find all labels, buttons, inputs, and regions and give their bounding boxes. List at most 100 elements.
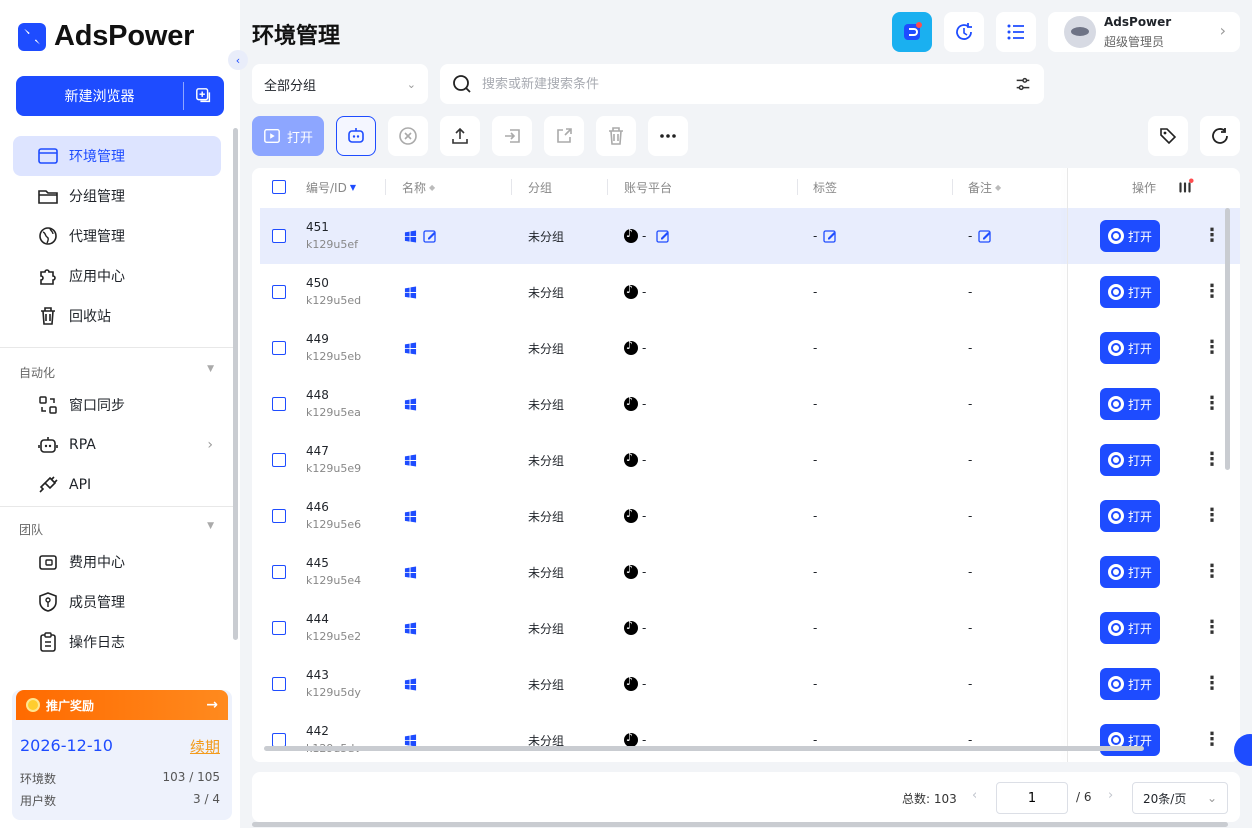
row-checkbox[interactable]	[272, 565, 286, 579]
group-cell: 未分组	[528, 565, 565, 580]
nav-item-app-center[interactable]: 应用中心	[13, 256, 221, 296]
collapse-sidebar-button[interactable]: ‹	[228, 50, 248, 70]
row-checkbox[interactable]	[272, 341, 286, 355]
new-browser-button[interactable]: 新建浏览器	[16, 76, 224, 116]
page-size-select[interactable]: 20条/页 ⌄	[1132, 782, 1228, 814]
page-number-input[interactable]	[996, 782, 1068, 814]
nav-item-env-management[interactable]: 环境管理	[13, 136, 221, 176]
row-checkbox[interactable]	[272, 229, 286, 243]
more-vertical-icon[interactable]: ⋮	[1203, 395, 1221, 413]
edit-icon[interactable]	[978, 229, 992, 243]
env-id: k129u5e9	[306, 462, 362, 475]
more-vertical-icon[interactable]: ⋮	[1203, 563, 1221, 581]
edit-icon[interactable]	[423, 229, 437, 243]
prev-page-icon[interactable]: ‹	[972, 788, 977, 803]
table-row[interactable]: 450 k129u5ed 未分组 - - - 打开 ⋮	[260, 264, 1240, 320]
row-checkbox[interactable]	[272, 621, 286, 635]
table-row[interactable]: 449 k129u5eb 未分组 - - - 打开 ⋮	[260, 320, 1240, 376]
nav-item-operation-log[interactable]: 操作日志	[13, 622, 221, 662]
batch-create-icon[interactable]	[184, 87, 224, 105]
more-vertical-icon[interactable]: ⋮	[1203, 507, 1221, 525]
nav-item-members[interactable]: 成员管理	[13, 582, 221, 622]
row-checkbox[interactable]	[272, 509, 286, 523]
more-cell: ⋮	[1203, 320, 1221, 376]
batch-open-button[interactable]: 打开	[252, 116, 324, 156]
tags-value: -	[813, 453, 818, 467]
open-browser-button[interactable]: 打开	[1100, 332, 1160, 364]
table-row[interactable]: 443 k129u5dy 未分组 - - - 打开 ⋮	[260, 656, 1240, 712]
search-input[interactable]	[482, 76, 1004, 92]
col-id[interactable]: 编号/ID ▼	[306, 168, 386, 206]
table-row[interactable]: 448 k129u5ea 未分组 - - - 打开 ⋮	[260, 376, 1240, 432]
edit-icon[interactable]	[656, 229, 670, 243]
more-vertical-icon[interactable]: ⋮	[1203, 339, 1221, 357]
open-browser-button[interactable]: 打开	[1100, 724, 1160, 756]
user-count-label: 用户数	[20, 794, 57, 808]
nav-item-api[interactable]: API	[13, 465, 221, 505]
section-automation[interactable]: 自动化 ▼	[19, 364, 214, 381]
table-row[interactable]: 451 k129u5ef 未分组 - - - 打开 ⋮	[260, 208, 1240, 264]
share-button[interactable]	[544, 116, 584, 156]
more-vertical-icon[interactable]: ⋮	[1203, 731, 1221, 749]
nav-item-billing[interactable]: 费用中心	[13, 542, 221, 582]
remark-value: -	[968, 453, 973, 467]
delete-button[interactable]	[596, 116, 636, 156]
user-profile-card[interactable]: AdsPower 超级管理员 ›	[1048, 12, 1240, 52]
col-remark[interactable]: 备注 ◆	[968, 168, 1068, 206]
open-browser-button[interactable]: 打开	[1100, 276, 1160, 308]
table-row[interactable]: 446 k129u5e6 未分组 - - - 打开 ⋮	[260, 488, 1240, 544]
move-group-button[interactable]	[492, 116, 532, 156]
open-browser-button[interactable]: 打开	[1100, 556, 1160, 588]
refresh-button[interactable]	[1200, 116, 1240, 156]
row-checkbox[interactable]	[272, 285, 286, 299]
rpa-tool-button[interactable]	[336, 116, 376, 156]
row-checkbox[interactable]	[272, 453, 286, 467]
open-browser-button[interactable]: 打开	[1100, 220, 1160, 252]
row-checkbox[interactable]	[272, 397, 286, 411]
open-browser-button[interactable]: 打开	[1100, 612, 1160, 644]
nav-item-recycle-bin[interactable]: 回收站	[13, 296, 221, 336]
group-filter-select[interactable]: 全部分组 ⌄	[252, 64, 428, 104]
more-vertical-icon[interactable]: ⋮	[1203, 619, 1221, 637]
col-label: 标签	[813, 180, 838, 195]
nav-item-window-sync[interactable]: 窗口同步	[13, 385, 221, 425]
column-settings[interactable]	[1176, 168, 1206, 206]
page-horizontal-scrollbar[interactable]	[252, 822, 1228, 827]
filter-settings-icon[interactable]	[1014, 75, 1032, 93]
table-row[interactable]: 445 k129u5e4 未分组 - - - 打开 ⋮	[260, 544, 1240, 600]
table-vertical-scrollbar[interactable]	[1225, 208, 1230, 470]
table-row[interactable]: 447 k129u5e9 未分组 - - - 打开 ⋮	[260, 432, 1240, 488]
renew-link[interactable]: 续期	[190, 736, 220, 757]
more-vertical-icon[interactable]: ⋮	[1203, 227, 1221, 245]
open-browser-button[interactable]: 打开	[1100, 388, 1160, 420]
promo-banner[interactable]: 推广奖励 →	[16, 690, 228, 720]
tag-button[interactable]	[1148, 116, 1188, 156]
edit-icon[interactable]	[823, 229, 837, 243]
section-team[interactable]: 团队 ▼	[19, 521, 214, 538]
more-actions-button[interactable]	[648, 116, 688, 156]
more-vertical-icon[interactable]: ⋮	[1203, 283, 1221, 301]
table-horizontal-scrollbar[interactable]	[264, 746, 1144, 751]
open-browser-button[interactable]: 打开	[1100, 500, 1160, 532]
table-row[interactable]: 444 k129u5e2 未分组 - - - 打开 ⋮	[260, 600, 1240, 656]
row-checkbox[interactable]	[272, 677, 286, 691]
nav-item-proxy-management[interactable]: 代理管理	[13, 216, 221, 256]
app-logo[interactable]: AdsPower	[18, 20, 194, 53]
nav-item-rpa[interactable]: RPA ›	[13, 425, 221, 465]
sidebar-scrollbar[interactable]	[233, 128, 238, 640]
nav-item-group-management[interactable]: 分组管理	[13, 176, 221, 216]
select-all-checkbox[interactable]	[272, 180, 286, 194]
table-row[interactable]: 442 k129u5dv 未分组 - - - 打开 ⋮	[260, 712, 1240, 762]
open-browser-button[interactable]: 打开	[1100, 668, 1160, 700]
more-vertical-icon[interactable]: ⋮	[1203, 675, 1221, 693]
open-browser-button[interactable]: 打开	[1100, 444, 1160, 476]
export-button[interactable]	[440, 116, 480, 156]
close-browser-button[interactable]	[388, 116, 428, 156]
col-name[interactable]: 名称 ◆	[402, 168, 512, 206]
sync-button[interactable]	[944, 12, 984, 52]
row-checkbox[interactable]	[272, 733, 286, 747]
more-vertical-icon[interactable]: ⋮	[1203, 451, 1221, 469]
task-list-button[interactable]	[996, 12, 1036, 52]
client-app-button[interactable]	[892, 12, 932, 52]
next-page-icon[interactable]: ›	[1108, 788, 1113, 803]
